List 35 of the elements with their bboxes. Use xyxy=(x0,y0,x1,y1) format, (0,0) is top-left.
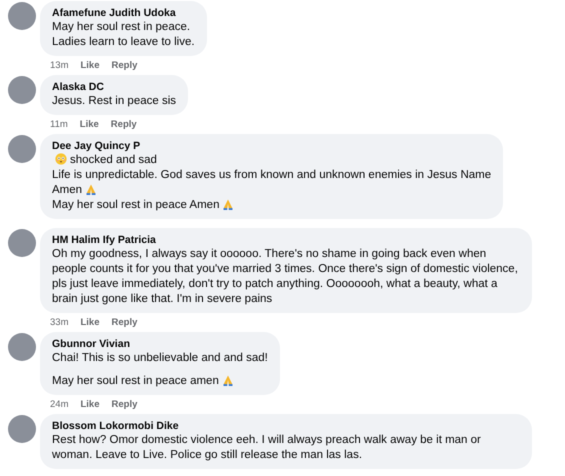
like-link[interactable]: Like xyxy=(80,60,100,71)
comment-time[interactable]: 24m xyxy=(50,399,68,410)
like-link[interactable]: Like xyxy=(80,399,100,410)
like-link[interactable]: Like xyxy=(80,317,100,328)
reply-link[interactable]: Reply xyxy=(110,119,137,130)
avatar[interactable] xyxy=(8,2,36,30)
comment-author[interactable]: Afamefune Judith Udoka xyxy=(52,6,195,20)
avatar[interactable] xyxy=(8,229,36,257)
avatar[interactable] xyxy=(8,415,36,443)
comment-text: shocked and sad xyxy=(70,154,157,166)
like-link[interactable]: Like xyxy=(80,119,99,130)
comment-text: May her soul rest in peace. xyxy=(52,21,190,33)
comment-text: May her soul rest in peace Amen xyxy=(52,199,220,211)
comment-time[interactable]: 33m xyxy=(50,317,68,328)
comment-time[interactable]: 11m xyxy=(50,119,68,130)
comment-author[interactable]: Gbunnor Vivian xyxy=(52,337,268,351)
comment-text: May her soul rest in peace amen xyxy=(52,375,219,387)
comment-text: Amen xyxy=(52,184,82,196)
comment-author[interactable]: Alaska DC xyxy=(52,80,176,94)
comment-text: Jesus. Rest in peace sis xyxy=(52,95,176,107)
comment-text: Ladies learn to leave to live. xyxy=(52,36,195,48)
comment-text: Oh my goodness, I always say it oooooo. There's no shame in going back even when people counts it for you that you've married 3 times. Once there's sign of domestic violence, pls just leave immediately, don't try to patch anything. Oooooooh, what a beauty, what a brain just gone like that. I'm in severe pains xyxy=(52,248,518,305)
reply-link[interactable]: Reply xyxy=(112,317,138,328)
comment-author[interactable]: Blossom Lokormobi Dike xyxy=(52,419,520,433)
reply-link[interactable]: Reply xyxy=(112,60,138,71)
comment-author[interactable]: Dee Jay Quincy P xyxy=(52,139,492,153)
avatar[interactable] xyxy=(8,135,36,163)
avatar[interactable] xyxy=(8,333,36,361)
comment-text: Chai! This is so unbelievable and and sad! xyxy=(52,352,268,364)
comment-text: Rest how? Omor domestic violence eeh. I will always preach walk away be it man or woman. Leave to Live. Police go still release the man las las. xyxy=(52,434,481,461)
comment-text: Life is unpredictable. God saves us from known and unknown enemies in Jesus Name xyxy=(52,169,492,181)
comment-author[interactable]: HM Halim Ify Patricia xyxy=(52,233,520,247)
avatar[interactable] xyxy=(8,76,36,104)
reply-link[interactable]: Reply xyxy=(112,399,138,410)
comment-time[interactable]: 13m xyxy=(50,60,68,71)
